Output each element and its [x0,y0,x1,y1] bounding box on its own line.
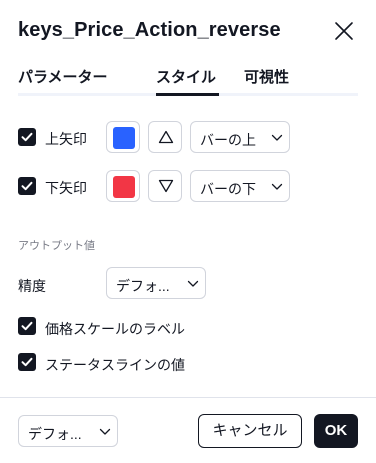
down-arrow-shape-button[interactable] [148,170,182,202]
triangle-down-icon [158,179,174,193]
down-arrow-color-button[interactable] [106,170,140,202]
up-arrow-color-button[interactable] [106,121,140,153]
active-tab-indicator [156,93,219,96]
down-arrow-label: 下矢印 [45,180,87,196]
tab-bar: パラメーター スタイル 可視性 [18,64,358,96]
ok-button[interactable]: OK [314,414,358,448]
checkmark-icon [21,321,33,331]
close-icon [335,22,353,40]
up-arrow-color-swatch [113,127,135,149]
precision-row: 精度 デフォ... [18,267,358,299]
down-arrow-row: 下矢印 バーの下 [18,170,358,202]
chevron-down-icon [271,134,283,141]
defaults-value: デフォ... [28,426,82,442]
down-arrow-color-swatch [113,176,135,198]
up-arrow-position-value: バーの上 [200,132,256,148]
chevron-down-icon [187,280,199,287]
up-arrow-row: 上矢印 バーの上 [18,121,358,153]
style-settings-dialog: keys_Price_Action_reverse パラメーター スタイル 可視… [0,0,376,463]
precision-value: デフォ... [116,278,170,294]
tab-parameters[interactable]: パラメーター [18,66,108,87]
chevron-down-icon [99,428,111,435]
triangle-up-icon [158,130,174,144]
up-arrow-position-select[interactable]: バーの上 [190,121,290,153]
status-line-row: ステータスラインの値 [18,352,358,374]
up-arrow-checkbox[interactable] [18,128,36,146]
status-line-label: ステータスラインの値 [45,357,185,373]
status-line-checkbox[interactable] [18,353,36,371]
checkmark-icon [21,357,33,367]
down-arrow-checkbox[interactable] [18,177,36,195]
checkmark-icon [21,181,33,191]
chevron-down-icon [271,183,283,190]
precision-label: 精度 [18,278,46,294]
cancel-button[interactable]: キャンセル [198,414,302,448]
checkmark-icon [21,132,33,142]
up-arrow-shape-button[interactable] [148,121,182,153]
precision-select[interactable]: デフォ... [106,267,206,299]
footer-divider [0,397,376,398]
scale-labels-row: 価格スケールのラベル [18,316,358,338]
down-arrow-position-value: バーの下 [200,181,256,197]
tab-visibility[interactable]: 可視性 [244,66,289,87]
tab-style[interactable]: スタイル [156,66,216,87]
defaults-select[interactable]: デフォ... [18,415,118,447]
output-section-label: アウトプット値 [18,240,95,252]
close-button[interactable] [333,20,355,42]
dialog-title: keys_Price_Action_reverse [18,19,281,41]
down-arrow-position-select[interactable]: バーの下 [190,170,290,202]
up-arrow-label: 上矢印 [45,131,87,147]
scale-labels-label: 価格スケールのラベル [45,321,185,337]
scale-labels-checkbox[interactable] [18,317,36,335]
